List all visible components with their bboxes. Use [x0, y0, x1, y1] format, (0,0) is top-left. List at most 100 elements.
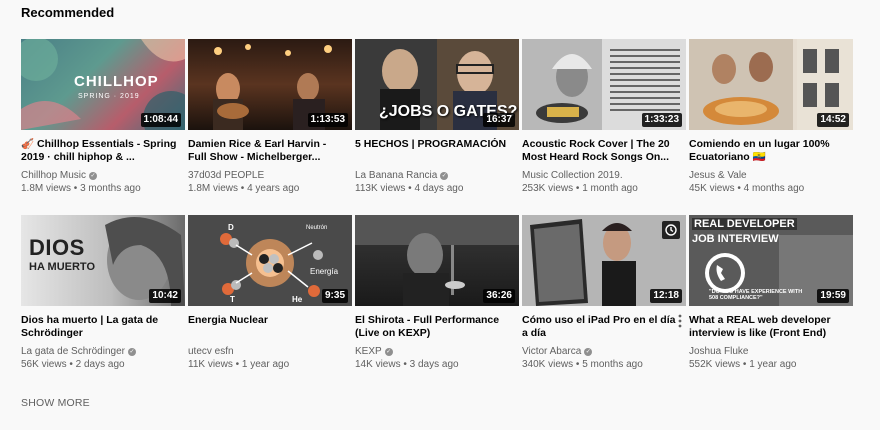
channel-label: Chillhop Music — [21, 170, 87, 181]
video-title[interactable]: 🎻 Chillhop Essentials - Spring 2019 · ch… — [21, 138, 185, 164]
video-duration: 36:26 — [483, 289, 515, 303]
channel-name[interactable]: La Banana Rancia ✓ — [355, 169, 519, 182]
channel-name[interactable]: Victor Abarca ✓ — [522, 345, 686, 358]
view-count: 45K views — [689, 183, 735, 194]
thumbnail-text: CHILLHOP — [74, 73, 159, 90]
upload-age: 1 year ago — [241, 359, 290, 370]
video-card[interactable]: CHILLHOP SPRING · 2019 1:08:44 🎻 Chillho… — [21, 39, 185, 204]
channel-name[interactable]: Chillhop Music ✓ — [21, 169, 185, 182]
video-duration: 1:33:23 — [641, 113, 682, 127]
thumbnail-label-neutron: Neutrón — [306, 225, 328, 231]
upload-age: 1 year ago — [749, 359, 797, 370]
view-count: 552K views — [689, 359, 741, 370]
channel-label: utecv esfn — [188, 346, 234, 357]
thumbnail-subtext: JOB INTERVIEW — [692, 233, 779, 245]
view-count: 1.8M views — [21, 183, 72, 194]
view-count: 113K views — [355, 183, 406, 194]
thumbnail-text: DIOS — [29, 235, 85, 260]
video-meta: 56K views • 2 days ago — [21, 359, 125, 370]
video-card[interactable]: 1:33:23 Acoustic Rock Cover | The 20 Mos… — [522, 39, 686, 204]
video-title[interactable]: Damien Rice & Earl Harvin - Full Show - … — [188, 138, 352, 164]
show-more-button[interactable]: SHOW MORE — [21, 397, 90, 409]
video-thumbnail[interactable]: D Neutrón Energía T He 9:35 — [188, 215, 352, 306]
video-card[interactable]: REAL DEVELOPER JOB INTERVIEW "DO YOU HAV… — [689, 215, 853, 380]
channel-name[interactable]: 37d03d PEOPLE — [188, 169, 352, 182]
video-duration: 1:08:44 — [140, 113, 181, 127]
video-thumbnail[interactable]: DIOS HA MUERTO 10:42 — [21, 215, 185, 306]
channel-label: 37d03d PEOPLE — [188, 170, 265, 181]
video-thumbnail[interactable]: 36:26 — [355, 215, 519, 306]
video-card[interactable]: D Neutrón Energía T He 9:35 Energia Nucl… — [188, 215, 352, 380]
video-card[interactable]: 14:52 Comiendo en un lugar 100% Ecuatori… — [689, 39, 853, 204]
more-actions-icon[interactable] — [678, 314, 682, 328]
verified-icon: ✓ — [384, 348, 393, 356]
upload-age: 4 years ago — [247, 183, 300, 194]
video-card[interactable]: 1:13:53 Damien Rice & Earl Harvin - Full… — [188, 39, 352, 204]
thumbnail-subtext: HA MUERTO — [29, 261, 95, 273]
video-duration: 19:59 — [817, 289, 849, 303]
view-count: 253K views — [522, 183, 574, 194]
channel-label: Victor Abarca — [522, 346, 582, 357]
video-title[interactable]: Comiendo en un lugar 100% Ecuatoriano 🇪🇨 — [689, 138, 853, 164]
section-title: Recommended — [21, 5, 115, 20]
thumbnail-caption: "DO YOU HAVE EXPERIENCE WITH 508 COMPLIA… — [709, 289, 803, 301]
video-card[interactable]: 36:26 El Shirota - Full Performance (Liv… — [355, 215, 519, 380]
verified-icon: ✓ — [127, 348, 136, 356]
verified-icon: ✓ — [440, 172, 449, 180]
upload-age: 2 days ago — [75, 359, 125, 370]
video-title[interactable]: El Shirota - Full Performance (Live on K… — [355, 314, 519, 340]
video-meta: 253K views • 1 month ago — [522, 183, 638, 194]
verified-icon: ✓ — [584, 348, 593, 356]
video-thumbnail[interactable]: 14:52 — [689, 39, 853, 130]
channel-label: Music Collection 2019. — [522, 170, 623, 181]
video-title[interactable]: What a REAL web developer interview is l… — [689, 314, 853, 340]
thumbnail-text: REAL DEVELOPER — [692, 218, 797, 230]
video-thumbnail[interactable]: REAL DEVELOPER JOB INTERVIEW "DO YOU HAV… — [689, 215, 853, 306]
video-thumbnail[interactable]: CHILLHOP SPRING · 2019 1:08:44 — [21, 39, 185, 130]
video-thumbnail[interactable]: 1:13:53 — [188, 39, 352, 130]
channel-label: La gata de Schrödinger — [21, 346, 125, 357]
view-count: 56K views — [21, 359, 67, 370]
video-duration: 9:35 — [321, 289, 348, 303]
video-thumbnail[interactable]: 12:18 — [522, 215, 686, 306]
channel-label: Joshua Fluke — [689, 346, 749, 357]
video-card[interactable]: ¿JOBS O GATES? 16:37 5 HECHOS | PROGRAMA… — [355, 39, 519, 204]
thumbnail-subtext: SPRING · 2019 — [78, 93, 140, 100]
video-card[interactable]: DIOS HA MUERTO 10:42 Dios ha muerto | La… — [21, 215, 185, 380]
verified-icon: ✓ — [89, 172, 98, 180]
view-count: 1.8M views — [188, 183, 239, 194]
video-title[interactable]: Cómo uso el iPad Pro en el día a día — [522, 314, 686, 340]
channel-label: La Banana Rancia — [355, 170, 438, 181]
channel-name[interactable]: Music Collection 2019. — [522, 169, 686, 182]
channel-name[interactable]: utecv esfn — [188, 345, 352, 358]
thumbnail-label-t: T — [230, 295, 235, 304]
video-grid: CHILLHOP SPRING · 2019 1:08:44 🎻 Chillho… — [21, 39, 853, 380]
video-title[interactable]: Energia Nuclear — [188, 314, 352, 340]
channel-name[interactable]: Joshua Fluke — [689, 345, 853, 358]
video-meta: 340K views • 5 months ago — [522, 359, 643, 370]
video-thumbnail[interactable]: 1:33:23 — [522, 39, 686, 130]
video-thumbnail[interactable]: ¿JOBS O GATES? 16:37 — [355, 39, 519, 130]
video-meta: 552K views • 1 year ago — [689, 359, 797, 370]
video-title[interactable]: 5 HECHOS | PROGRAMACIÓN — [355, 138, 519, 164]
upload-age: 4 days ago — [414, 183, 464, 194]
upload-age: 5 months ago — [582, 359, 643, 370]
upload-age: 3 days ago — [409, 359, 459, 370]
upload-age: 4 months ago — [743, 183, 805, 194]
video-meta: 45K views • 4 months ago — [689, 183, 805, 194]
video-card[interactable]: 12:18 Cómo uso el iPad Pro en el día a d… — [522, 215, 686, 380]
video-duration: 16:37 — [483, 113, 515, 127]
video-duration: 1:13:53 — [307, 113, 348, 127]
channel-label: Jesus & Vale — [689, 170, 747, 181]
channel-name[interactable]: Jesus & Vale — [689, 169, 853, 182]
upload-age: 1 month ago — [582, 183, 638, 194]
thumbnail-label-he: He — [292, 295, 303, 304]
video-meta: 1.8M views • 4 years ago — [188, 183, 300, 194]
video-title[interactable]: Dios ha muerto | La gata de Schrödinger — [21, 314, 185, 340]
channel-name[interactable]: KEXP ✓ — [355, 345, 519, 358]
watch-later-icon[interactable] — [662, 221, 680, 239]
channel-label: KEXP — [355, 346, 382, 357]
upload-age: 3 months ago — [80, 183, 141, 194]
video-title[interactable]: Acoustic Rock Cover | The 20 Most Heard … — [522, 138, 686, 164]
channel-name[interactable]: La gata de Schrödinger ✓ — [21, 345, 185, 358]
